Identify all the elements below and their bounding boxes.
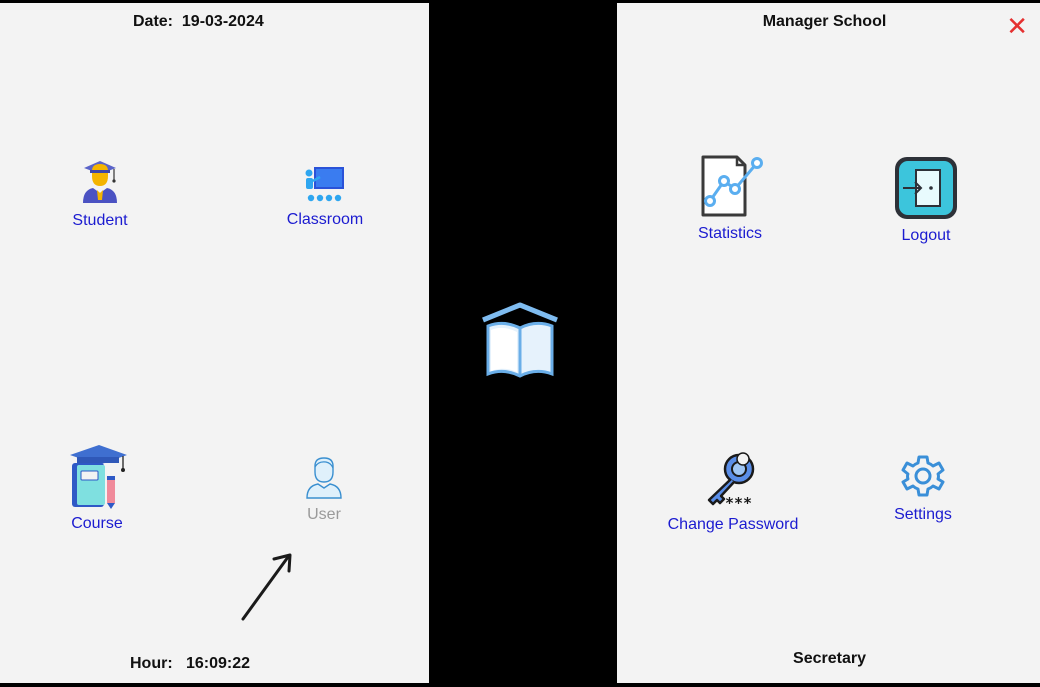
key-password-icon: *** [707,452,755,510]
right-panel: Manager School ✕ Statistics Logout *** C… [617,3,1040,683]
change-password-tile[interactable]: *** Change Password [665,450,801,534]
course-label: Course [71,515,123,532]
graduate-student-icon [83,161,117,203]
logout-door-icon [895,157,957,219]
statistics-tile[interactable]: Statistics [690,153,770,243]
settings-tile[interactable]: Settings [887,452,959,524]
user-tile[interactable]: User [296,456,352,524]
course-tile[interactable]: Course [68,443,127,533]
date-display: Date: 19-03-2024 [133,13,264,31]
classroom-board-icon [305,167,344,202]
hour-display: Hour: 16:09:22 [130,655,250,673]
close-button[interactable]: ✕ [1006,13,1028,39]
app-title: Manager School [762,13,887,30]
left-panel: Date: 19-03-2024 Student Classroom Cours… [0,3,429,683]
course-books-icon [70,445,127,509]
date-value: 19-03-2024 [181,13,264,30]
student-label: Student [72,212,128,229]
hour-value: 16:09:22 [186,655,251,672]
classroom-tile[interactable]: Classroom [285,163,365,229]
change-password-label: Change Password [667,516,799,533]
svg-text:***: *** [725,494,752,510]
settings-label: Settings [894,506,952,523]
arrow-pointer-icon [241,553,292,621]
role-label: Secretary [793,650,866,667]
gear-icon [901,455,945,497]
logout-label: Logout [901,227,951,244]
user-icon [306,457,342,499]
classroom-label: Classroom [286,211,364,228]
user-label: User [307,506,341,523]
logout-tile[interactable]: Logout [888,155,964,245]
hour-label: Hour: [130,655,173,672]
open-book-school-logo [482,302,558,378]
date-label: Date: [133,13,174,30]
student-tile[interactable]: Student [64,160,136,230]
statistics-chart-icon [701,155,763,217]
statistics-label: Statistics [697,225,762,242]
